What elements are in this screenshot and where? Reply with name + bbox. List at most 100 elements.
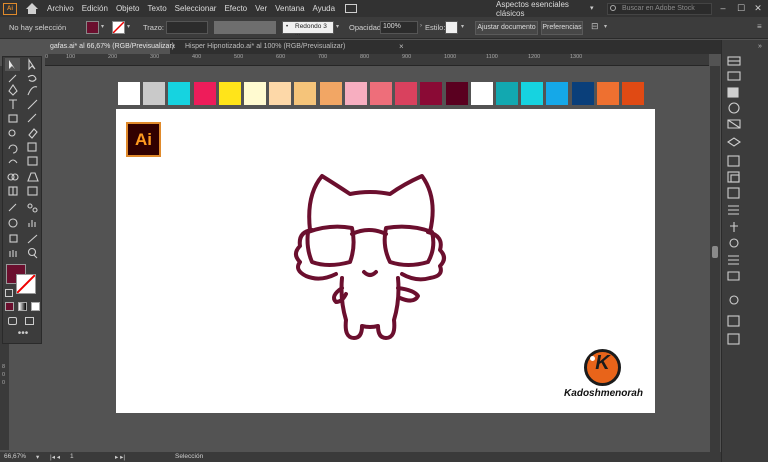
menu-objeto[interactable]: Objeto — [116, 4, 140, 13]
color-swatch[interactable] — [521, 82, 544, 105]
cat-glasses-drawing[interactable] — [290, 170, 450, 345]
perspective-tool-icon[interactable] — [25, 172, 39, 184]
stock-search-input[interactable]: Buscar en Adobe Stock — [607, 3, 712, 15]
default-colors-icon[interactable] — [5, 289, 13, 297]
arrange-documents-icon[interactable] — [345, 4, 358, 13]
color-swatch[interactable] — [269, 82, 292, 105]
color-swatch[interactable] — [445, 82, 468, 105]
stroke-color-swatch[interactable] — [112, 21, 125, 34]
color-swatch[interactable] — [622, 82, 644, 105]
shape-builder-tool-icon[interactable] — [5, 172, 19, 184]
magic-wand-tool-icon[interactable] — [5, 73, 19, 85]
close-tab-icon[interactable]: × — [399, 40, 404, 54]
draw-mode-icon[interactable] — [8, 317, 17, 325]
brush-definition-field[interactable]: • Redondo 3 ... — [282, 21, 334, 37]
document-setup-button[interactable]: Ajustar documento — [475, 21, 538, 35]
menu-edicion[interactable]: Edición — [82, 4, 108, 13]
type-tool-icon[interactable] — [5, 99, 19, 111]
zoom-tool-icon[interactable] — [25, 248, 39, 260]
color-swatch[interactable] — [244, 82, 266, 105]
chevron-down-icon[interactable]: ▾ — [604, 23, 607, 30]
rectangle-tool-icon[interactable] — [5, 114, 19, 126]
chevron-down-icon[interactable]: ▾ — [336, 23, 339, 30]
minimize-button[interactable]: – — [716, 2, 730, 15]
color-swatch[interactable] — [370, 82, 392, 105]
slice-tool-icon[interactable] — [25, 233, 39, 245]
chevron-down-icon[interactable]: ▾ — [461, 23, 464, 30]
stroke-swatch[interactable] — [16, 274, 36, 294]
screen-mode-icon[interactable] — [25, 317, 34, 325]
width-tool-icon[interactable] — [5, 157, 19, 169]
chevron-down-icon[interactable]: ▾ — [590, 4, 594, 12]
menu-ver[interactable]: Ver — [255, 4, 267, 13]
prev-artboard-icon[interactable]: |◂ ◂ — [50, 453, 60, 461]
artboard-tool-icon[interactable] — [5, 233, 19, 245]
artboard-number[interactable]: 1 — [70, 453, 74, 460]
menu-seleccionar[interactable]: Seleccionar — [175, 4, 217, 13]
preferences-button[interactable]: Preferencias — [541, 21, 583, 35]
rotate-tool-icon[interactable] — [5, 143, 19, 155]
gradient-mode-icon[interactable] — [18, 302, 27, 311]
symbol-sprayer-tool-icon[interactable] — [5, 218, 19, 230]
paintbrush-tool-icon[interactable] — [25, 114, 39, 126]
color-swatch[interactable] — [546, 82, 569, 105]
opacity-field[interactable]: 100% — [380, 21, 418, 34]
graphic-style-swatch[interactable] — [445, 21, 458, 34]
vertical-scrollbar[interactable] — [710, 66, 720, 452]
color-swatch[interactable] — [319, 82, 342, 105]
align-icon[interactable]: ⊟ — [591, 21, 599, 32]
zoom-level[interactable]: 66,67% — [4, 453, 26, 460]
lasso-tool-icon[interactable] — [25, 73, 39, 85]
workspace-switcher[interactable]: Aspectos esenciales clásicos — [492, 0, 588, 18]
chevron-right-icon[interactable]: › — [420, 23, 422, 29]
fill-color-swatch[interactable] — [86, 21, 99, 34]
tab-gafas[interactable]: gafas.ai* al 66,67% (RGB/Previsualizar) — [45, 40, 174, 54]
color-swatch[interactable] — [470, 82, 493, 105]
color-swatch[interactable] — [193, 82, 216, 105]
gradient-tool-icon[interactable] — [25, 186, 39, 198]
edit-toolbar-icon[interactable]: ••• — [16, 329, 30, 340]
close-tab-icon[interactable]: × — [171, 40, 176, 54]
eraser-tool-icon[interactable] — [25, 128, 39, 140]
scrollbar-thumb[interactable] — [712, 246, 718, 258]
direct-selection-tool-icon[interactable] — [25, 58, 39, 70]
menu-efecto[interactable]: Efecto — [224, 4, 247, 13]
scale-tool-icon[interactable] — [25, 143, 39, 155]
menu-ayuda[interactable]: Ayuda — [313, 4, 336, 13]
color-swatch[interactable] — [395, 82, 418, 105]
color-swatch[interactable] — [118, 82, 140, 105]
color-swatch[interactable] — [571, 82, 594, 105]
hand-tool-icon[interactable] — [5, 248, 19, 260]
mesh-tool-icon[interactable] — [5, 186, 19, 198]
home-icon[interactable] — [25, 2, 39, 15]
chevron-down-icon[interactable]: ▾ — [127, 23, 130, 30]
color-mode-icon[interactable] — [5, 302, 14, 311]
color-swatch[interactable] — [420, 82, 443, 105]
tab-hisper[interactable]: Hisper Hipnotizado.ai* al 100% (RGB/Prev… — [180, 40, 360, 54]
color-swatch[interactable] — [143, 82, 166, 105]
line-tool-icon[interactable] — [25, 99, 39, 111]
collapse-panel-icon[interactable]: » — [758, 43, 762, 50]
eyedropper-tool-icon[interactable] — [5, 203, 19, 215]
selection-tool-icon[interactable] — [5, 58, 19, 70]
shaper-tool-icon[interactable] — [5, 128, 19, 140]
variable-width-profile[interactable] — [214, 21, 276, 34]
free-transform-tool-icon[interactable] — [25, 157, 39, 169]
menu-texto[interactable]: Texto — [148, 4, 167, 13]
color-swatch[interactable] — [596, 82, 619, 105]
color-swatch[interactable] — [344, 82, 367, 105]
color-swatch[interactable] — [496, 82, 518, 105]
chevron-down-icon[interactable]: ▾ — [101, 23, 104, 30]
color-swatch[interactable] — [218, 82, 241, 105]
column-graph-tool-icon[interactable] — [25, 218, 39, 230]
none-mode-icon[interactable] — [31, 302, 40, 311]
pen-tool-icon[interactable] — [5, 85, 19, 97]
panel-menu-icon[interactable]: ≡ — [757, 22, 762, 31]
blend-tool-icon[interactable] — [25, 203, 39, 215]
color-swatch[interactable] — [168, 82, 191, 105]
chevron-down-icon[interactable]: ▾ — [36, 453, 39, 461]
curvature-tool-icon[interactable] — [25, 85, 39, 97]
color-swatch[interactable] — [294, 82, 317, 105]
stroke-weight-field[interactable] — [166, 21, 208, 34]
next-artboard-icon[interactable]: ▸ ▸| — [115, 453, 125, 461]
